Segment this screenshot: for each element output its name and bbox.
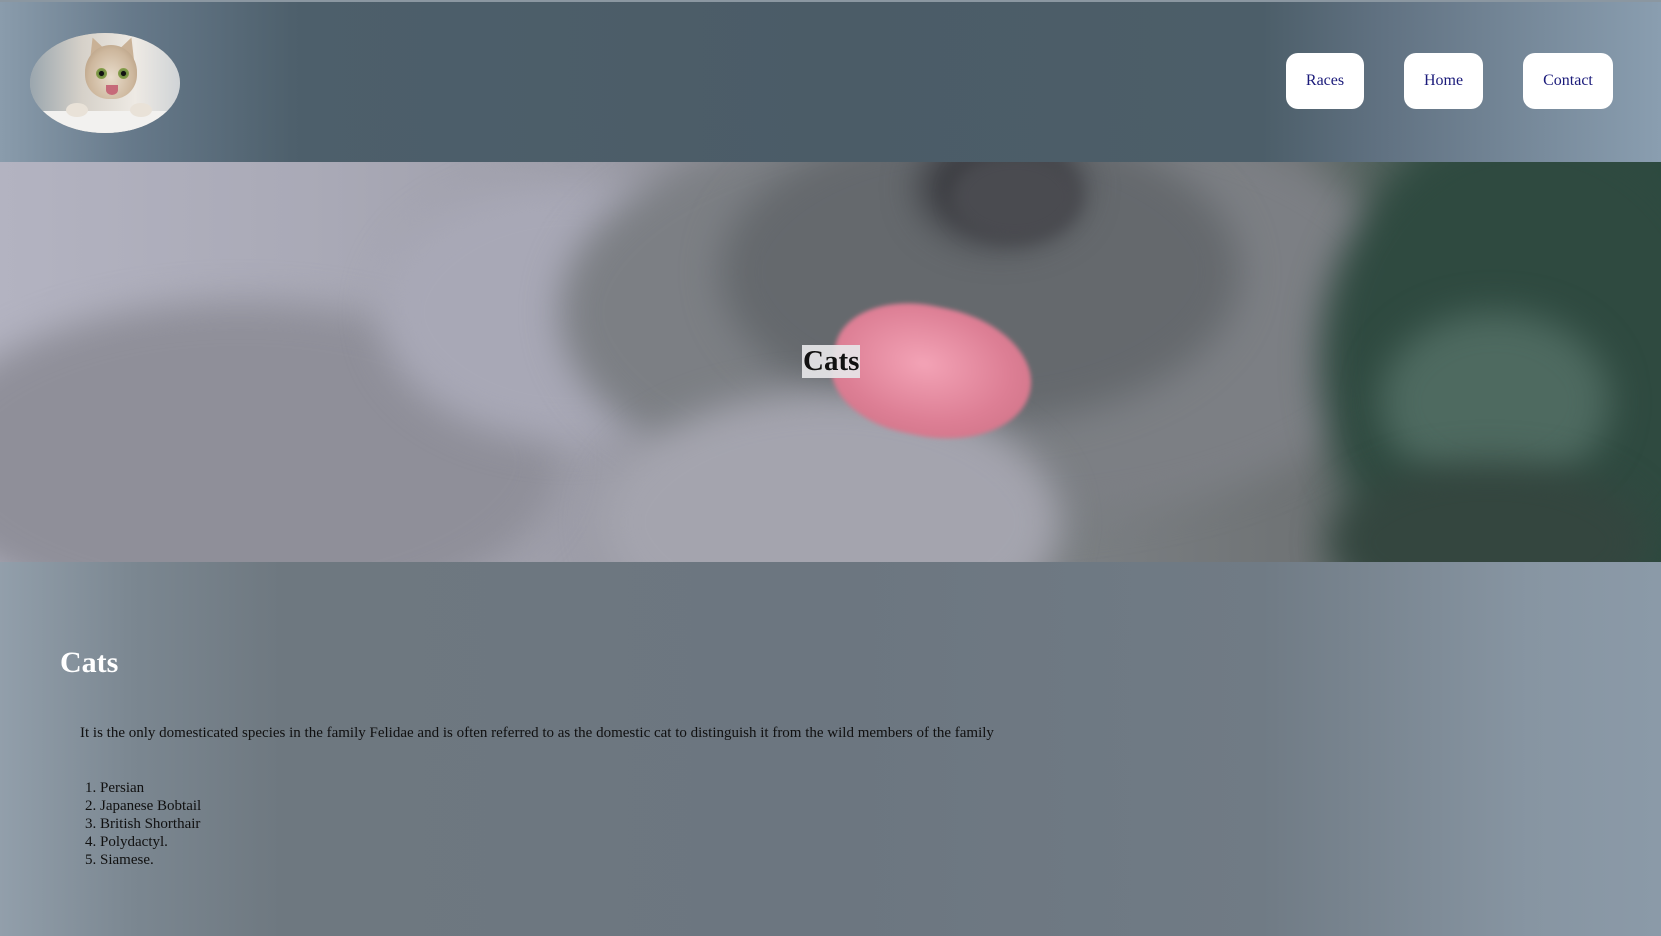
cat-logo-image[interactable]: [30, 33, 180, 133]
cat-paw-left: [66, 103, 88, 117]
nav-races-button[interactable]: Races: [1286, 53, 1364, 109]
content-background: [0, 562, 1661, 936]
cat-mouth: [106, 85, 118, 95]
page-title: Cats: [60, 646, 119, 679]
cat-paw-right: [130, 103, 152, 117]
cat-eye-left: [96, 68, 107, 79]
nav-home-button[interactable]: Home: [1404, 53, 1483, 109]
list-item: British Shorthair: [100, 815, 201, 833]
list-item: Polydactyl.: [100, 833, 201, 851]
cat-description: It is the only domesticated species in t…: [80, 725, 994, 741]
breed-list: Persian Japanese Bobtail British Shortha…: [80, 779, 201, 869]
nav-contact-button[interactable]: Contact: [1523, 53, 1613, 109]
list-item: Persian: [100, 779, 201, 797]
hero-banner: Cats: [0, 162, 1661, 562]
cat-eye-right: [118, 68, 129, 79]
hero-title: Cats: [802, 345, 861, 378]
list-item: Siamese.: [100, 851, 201, 869]
list-item: Japanese Bobtail: [100, 797, 201, 815]
site-header: Races Home Contact: [0, 2, 1661, 162]
logo-table: [30, 111, 180, 133]
